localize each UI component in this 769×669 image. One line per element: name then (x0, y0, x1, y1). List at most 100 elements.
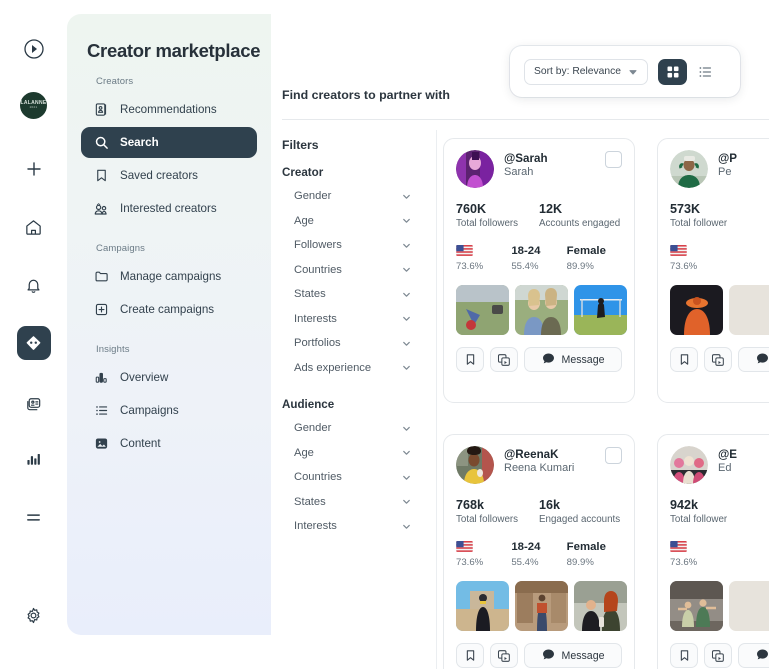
creators-icon[interactable] (16, 326, 51, 360)
stat-label: Total follower (670, 218, 728, 229)
message-button-label: Message (561, 353, 605, 366)
stat-value: 942k (670, 498, 699, 512)
main-heading: Find creators to partner with (282, 88, 450, 102)
filter-row-creator-age[interactable]: Age (282, 209, 424, 234)
add-to-collection-button[interactable] (490, 643, 518, 668)
message-button[interactable]: Message (524, 643, 622, 668)
filter-row-audience-age[interactable]: Age (282, 441, 424, 466)
creator-identity: @P Pe (718, 150, 737, 178)
filter-row-creator-ads-experience[interactable]: Ads experience (282, 356, 424, 381)
creator-name: Reena Kumari (504, 462, 575, 474)
creator-stats: 760K Total followers 12K Accounts engage… (456, 202, 622, 229)
message-button[interactable]: Message (738, 347, 769, 372)
thumbnail[interactable] (729, 581, 769, 631)
message-button[interactable]: Message (738, 643, 769, 668)
chevron-down-icon (401, 240, 412, 251)
thumbnail[interactable] (456, 285, 509, 335)
sidebar-item-label: Campaigns (120, 404, 179, 417)
creator-card[interactable]: @E Ed 942k Total follower 73.6% (657, 434, 769, 669)
demo-value: 73.6% (670, 557, 698, 568)
analytics-icon[interactable] (17, 442, 51, 476)
sidebar-item-manage-campaigns[interactable]: Manage campaigns (81, 261, 257, 292)
sidebar-item-overview[interactable]: Overview (81, 362, 257, 393)
demo-gender: Female 89.9% (567, 539, 622, 569)
sort-by-select[interactable]: Sort by: Relevance (524, 58, 648, 85)
filter-row-creator-interests[interactable]: Interests (282, 307, 424, 332)
thumbnail[interactable] (515, 581, 568, 631)
thumbnail[interactable] (515, 285, 568, 335)
filter-row-creator-followers[interactable]: Followers (282, 233, 424, 258)
nav-section-label: Creators (96, 76, 134, 87)
add-icon[interactable] (17, 152, 51, 186)
filter-row-audience-interests[interactable]: Interests (282, 514, 424, 539)
save-button[interactable] (670, 643, 698, 668)
thumbnail[interactable] (574, 285, 627, 335)
settings-icon[interactable] (17, 598, 51, 632)
filter-row-audience-gender[interactable]: Gender (282, 416, 424, 441)
stat-value: 768k (456, 498, 485, 512)
sort-by-label: Sort by: Relevance (534, 66, 621, 77)
stat-total-followers: 573K Total follower (670, 202, 753, 229)
bell-icon[interactable] (17, 268, 51, 302)
home-icon[interactable] (17, 210, 51, 244)
list-view-button[interactable] (690, 59, 719, 85)
add-to-collection-button[interactable] (704, 643, 732, 668)
add-to-collection-button[interactable] (704, 347, 732, 372)
save-button[interactable] (456, 643, 484, 668)
creator-stats: 573K Total follower (670, 202, 769, 229)
creator-select-checkbox[interactable] (605, 447, 622, 464)
stat-engaged-accounts (753, 498, 769, 525)
chevron-down-icon (401, 313, 412, 324)
filter-row-audience-countries[interactable]: Countries (282, 465, 424, 490)
sidebar-item-recommendations[interactable]: Recommendations (81, 94, 257, 125)
sidebar-item-insights-campaigns[interactable]: Campaigns (81, 395, 257, 426)
bookmark-icon (93, 168, 109, 184)
filter-row-audience-states[interactable]: States (282, 490, 424, 515)
filter-row-label: Gender (294, 422, 332, 435)
collapse-icon[interactable] (17, 32, 51, 66)
menu-icon[interactable] (17, 500, 51, 534)
sidebar-item-saved-creators[interactable]: Saved creators (81, 160, 257, 191)
workspace-logo[interactable]: LALANNE 2021 (17, 88, 51, 122)
chat-bubble-icon (756, 648, 769, 664)
thumbnail[interactable] (456, 581, 509, 631)
stat-total-followers: 768k Total followers (456, 498, 539, 525)
creator-select-checkbox[interactable] (605, 151, 622, 168)
creator-card[interactable]: @ReenaK Reena Kumari 768k Total follower… (443, 434, 635, 669)
message-button[interactable]: Message (524, 347, 622, 372)
sidebar-item-create-campaigns[interactable]: Create campaigns (81, 294, 257, 325)
creator-card[interactable]: @P Pe 573K Total follower 73.6% (657, 138, 769, 403)
save-button[interactable] (670, 347, 698, 372)
save-button[interactable] (456, 347, 484, 372)
filter-row-creator-countries[interactable]: Countries (282, 258, 424, 283)
sidebar-item-search[interactable]: Search (81, 127, 257, 158)
stat-value: 573K (670, 202, 701, 216)
add-to-collection-button[interactable] (490, 347, 518, 372)
creator-actions: Message (456, 643, 622, 668)
stat-label: Total followers (456, 514, 519, 525)
demo-age: 18-24 55.4% (511, 243, 566, 273)
filters-panel: Filters Creator Gender Age Followers Cou… (282, 130, 437, 669)
thumbnail[interactable] (729, 285, 769, 335)
demo-age (725, 243, 769, 272)
filter-row-creator-states[interactable]: States (282, 282, 424, 307)
creator-card-header: @P Pe (670, 150, 769, 188)
app-root: LALANNE 2021 Creator marketplace Creator… (0, 0, 769, 669)
sidebar-item-content[interactable]: Content (81, 428, 257, 459)
filter-row-creator-gender[interactable]: Gender (282, 184, 424, 209)
creator-demographics: 73.6% (670, 243, 769, 272)
stat-label: Accounts engaged (539, 218, 621, 229)
thumbnail[interactable] (670, 581, 723, 631)
sidebar-item-interested-creators[interactable]: Interested creators (81, 193, 257, 224)
thumbnail[interactable] (574, 581, 627, 631)
creator-handle: @ReenaK (504, 448, 559, 461)
nav-list: Creators Recommendations Search Saved cr… (81, 76, 257, 461)
grid-view-button[interactable] (658, 58, 687, 85)
thumbnail[interactable] (670, 285, 723, 335)
inbox-icon[interactable] (17, 386, 51, 420)
stat-accounts-engaged: 12K Accounts engaged (539, 202, 622, 229)
view-toggle (658, 58, 719, 85)
creator-card[interactable]: @Sarah Sarah 760K Total followers 12K Ac… (443, 138, 635, 403)
filter-row-creator-portfolios[interactable]: Portfolios (282, 331, 424, 356)
filter-row-label: States (294, 495, 326, 508)
